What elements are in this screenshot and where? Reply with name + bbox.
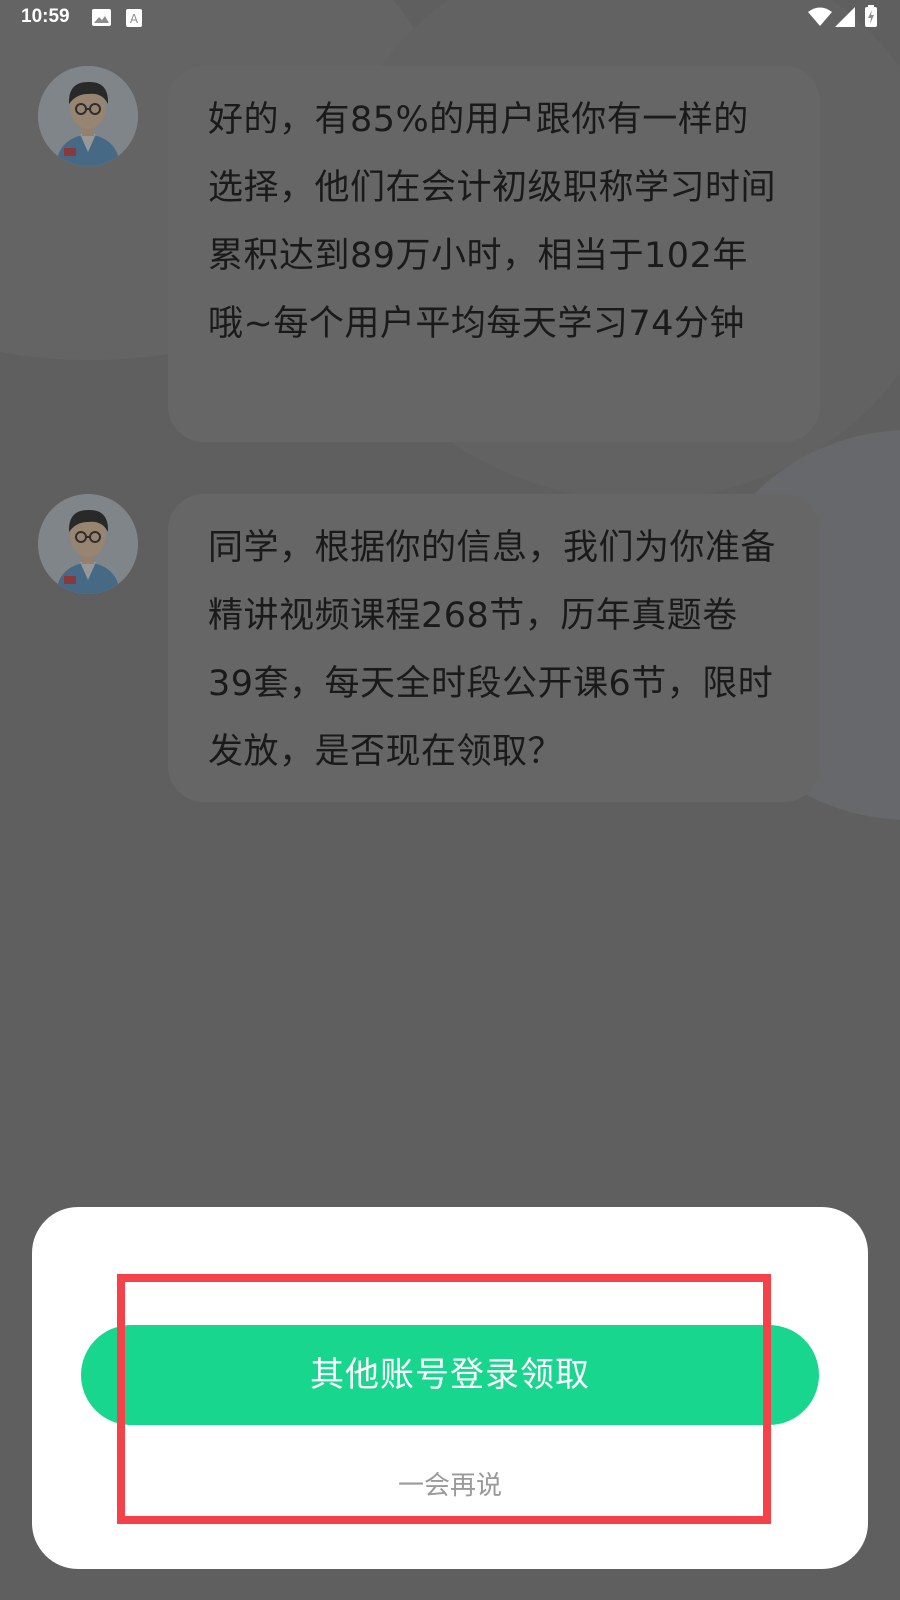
app-screen: 10:59 A 好的，有85%的用户跟你有一样的选择，他们在会计初级职称学习时间… [0,0,900,1600]
svg-text:A: A [130,12,139,26]
font-icon: A [126,9,142,31]
status-bar: 10:59 A [0,0,900,36]
battery-charging-icon [865,5,877,31]
status-time: 10:59 [21,6,70,27]
wifi-icon [808,7,832,31]
highlight-annotation [117,1274,771,1524]
image-icon [92,9,111,30]
signal-icon [835,7,855,31]
